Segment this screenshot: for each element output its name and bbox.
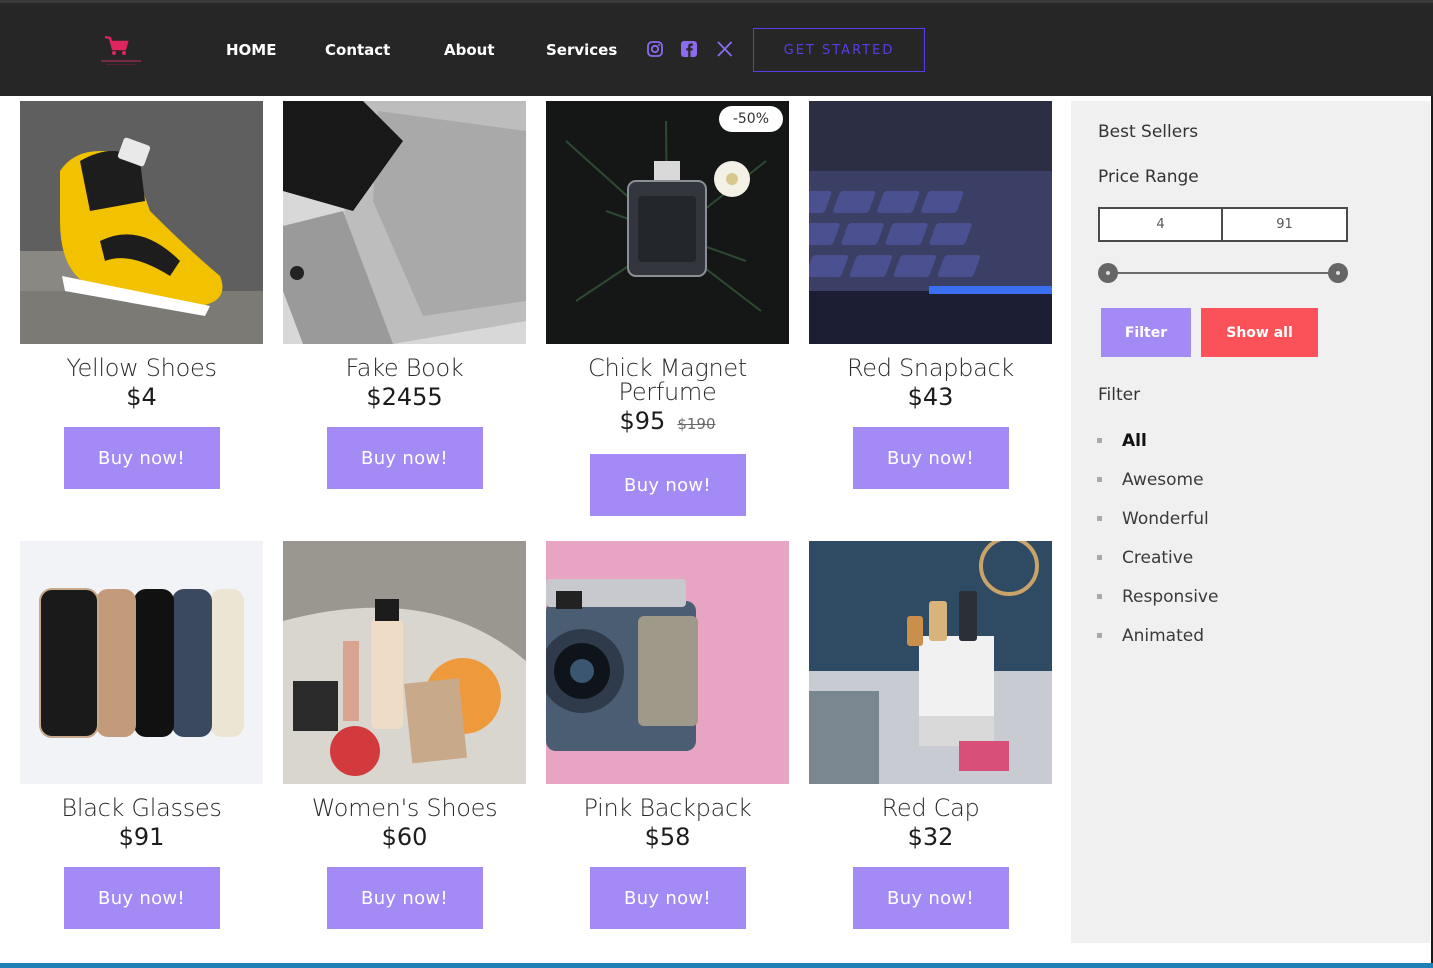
price-range-inputs [1098,207,1348,242]
product-card: Red Snapback $43 Buy now! [809,101,1052,489]
max-price-input[interactable] [1223,209,1346,240]
product-card: -50% Chick Magnet Perfume $95 $190 Buy no… [546,101,789,516]
bullet-icon [1097,594,1102,599]
filter-item-animated[interactable]: Animated [1097,616,1218,655]
product-image[interactable] [809,101,1052,344]
filter-item-responsive[interactable]: Responsive [1097,577,1218,616]
product-card: Yellow Shoes $4 Buy now! [20,101,263,489]
price-slider-track[interactable] [1108,272,1338,274]
price-slider-min-handle[interactable] [1098,263,1118,283]
buy-now-button[interactable]: Buy now! [852,867,1009,929]
bullet-icon [1097,633,1102,638]
x-twitter-icon[interactable] [716,40,734,58]
product-title: Pink Backpack [583,794,752,822]
buy-now-button[interactable]: Buy now! [326,867,483,929]
discount-badge: -50% [718,106,783,132]
filter-list: All Awesome Wonderful Creative Responsiv… [1097,421,1218,655]
product-title: Women's Shoes [311,794,498,822]
product-card: Red Cap $32 Buy now! [809,541,1052,929]
buy-now-button[interactable]: Buy now! [589,867,746,929]
product-card: Fake Book $2455 Buy now! [283,101,526,489]
buy-now-button[interactable]: Buy now! [63,867,220,929]
product-card: Pink Backpack $58 Buy now! [546,541,789,929]
get-started-button[interactable]: GET STARTED [753,28,925,72]
product-image[interactable] [20,101,263,344]
product-price: $4 [126,383,157,411]
filter-heading: Filter [1098,385,1141,405]
product-image[interactable] [809,541,1052,784]
bullet-icon [1097,555,1102,560]
product-price: $91 [118,823,165,851]
best-sellers-heading[interactable]: Best Sellers [1098,122,1198,142]
product-title: Red Cap [881,794,980,822]
min-price-input[interactable] [1100,209,1223,240]
buy-now-button[interactable]: Buy now! [589,454,746,516]
product-image[interactable] [546,541,789,784]
bullet-icon [1097,477,1102,482]
filter-item-awesome[interactable]: Awesome [1097,460,1218,499]
product-card: Women's Shoes $60 Buy now! [283,541,526,929]
bullet-icon [1097,516,1102,521]
product-image[interactable] [283,101,526,344]
price-slider-max-handle[interactable] [1328,263,1348,283]
instagram-icon[interactable] [646,40,664,58]
product-title: Fake Book [345,354,464,382]
product-image[interactable]: -50% [546,101,789,344]
buy-now-button[interactable]: Buy now! [63,427,220,489]
top-navbar: HOME Contact About Services GET STARTED [0,3,1433,96]
buy-now-button[interactable]: Buy now! [326,427,483,489]
product-card: Black Glasses $91 Buy now! [20,541,263,929]
filter-button[interactable]: Filter [1101,308,1191,357]
product-title: Yellow Shoes [66,354,217,382]
show-all-button[interactable]: Show all [1201,308,1318,357]
buy-now-button[interactable]: Buy now! [852,427,1009,489]
product-title: Black Glasses [61,794,222,822]
product-old-price: $190 [677,415,716,433]
product-price: $43 [907,383,954,411]
nav-about[interactable]: About [444,41,495,59]
product-title: Chick Magnet Perfume [588,354,747,406]
filter-item-wonderful[interactable]: Wonderful [1097,499,1218,538]
bullet-icon [1097,438,1102,443]
shopping-cart-icon[interactable] [98,33,144,69]
product-price: $95 [619,407,666,435]
product-image[interactable] [283,541,526,784]
product-price: $58 [644,823,691,851]
price-range-heading: Price Range [1098,167,1199,187]
bottom-border [0,963,1433,968]
nav-contact[interactable]: Contact [325,41,390,59]
product-price: $60 [381,823,428,851]
product-image[interactable] [20,541,263,784]
filter-item-all[interactable]: All [1097,421,1218,460]
product-title: Red Snapback [846,354,1015,382]
filter-sidebar: Best Sellers Price Range Filter Show all… [1071,101,1430,943]
facebook-icon[interactable] [680,40,698,58]
product-price: $2455 [366,383,443,411]
filter-item-creative[interactable]: Creative [1097,538,1218,577]
product-price: $32 [907,823,954,851]
nav-services[interactable]: Services [546,41,617,59]
nav-home[interactable]: HOME [226,41,276,59]
